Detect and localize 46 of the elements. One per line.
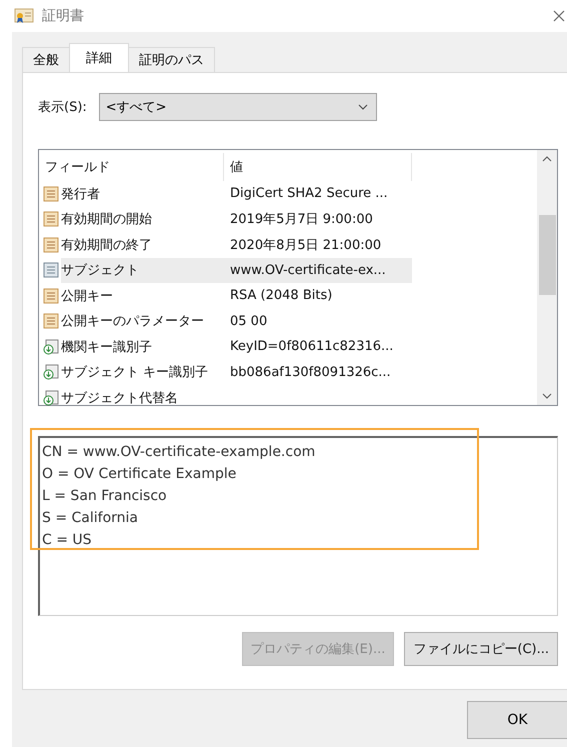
certificate-icon <box>14 8 34 24</box>
scroll-up-icon[interactable] <box>542 156 552 162</box>
document-icon <box>43 236 59 253</box>
field-name[interactable]: 有効期間の終了 <box>61 232 224 258</box>
field-value[interactable]: RSA (2048 Bits) <box>224 283 412 308</box>
field-value[interactable]: DigiCert SHA2 Secure ... <box>224 181 412 206</box>
detail-line: CN = www.OV-certificate-example.com <box>42 443 316 462</box>
document-icon <box>43 262 59 278</box>
show-label: 表示(S): <box>38 99 87 116</box>
download-document-icon <box>43 364 59 380</box>
tab[interactable]: 詳細 <box>69 43 129 72</box>
field-name[interactable]: 公開キー <box>61 283 224 308</box>
document-icon <box>43 211 59 228</box>
window-title: 証明書 <box>42 7 84 25</box>
detail-line: L = San Francisco <box>42 487 167 506</box>
download-document-icon <box>43 338 59 355</box>
detail-line: C = US <box>42 531 92 550</box>
field-name[interactable]: 公開キーのパラメーター <box>61 308 224 334</box>
tab[interactable]: 証明のパス <box>128 47 215 72</box>
field-value[interactable]: www.OV-certificate-ex... <box>224 258 412 283</box>
field-value[interactable]: 05 00 <box>224 308 412 334</box>
document-icon <box>43 288 59 304</box>
column-header[interactable]: フィールド <box>39 153 224 181</box>
ok-button[interactable]: OK <box>467 701 567 739</box>
tab[interactable]: 全般 <box>22 47 70 72</box>
field-name[interactable]: 発行者 <box>61 181 224 206</box>
field-value[interactable]: bb086af130f8091326c... <box>224 360 412 385</box>
field-name[interactable]: サブジェクト <box>61 258 224 283</box>
field-name[interactable]: 機関キー識別子 <box>61 334 224 360</box>
field-value[interactable]: KeyID=0f80611c82316... <box>224 334 412 360</box>
field-name[interactable]: サブジェクト キー識別子 <box>61 360 224 385</box>
close-icon[interactable] <box>553 10 565 22</box>
scroll-down-icon[interactable] <box>542 393 552 399</box>
show-dropdown[interactable]: <すべて> <box>98 93 377 121</box>
document-icon <box>43 186 59 202</box>
document-icon <box>43 313 59 330</box>
detail-line: S = California <box>42 509 138 528</box>
field-value[interactable]: 2019年5月7日 9:00:00 <box>224 206 412 232</box>
column-header[interactable]: 値 <box>224 153 412 181</box>
chevron-down-icon <box>358 104 368 110</box>
action-button[interactable]: ファイルにコピー(C)... <box>404 632 558 666</box>
scrollbar-thumb[interactable] <box>538 215 556 295</box>
field-value[interactable]: 2020年8月5日 21:00:00 <box>224 232 412 258</box>
detail-line: O = OV Certificate Example <box>42 465 236 484</box>
field-name[interactable]: 有効期間の開始 <box>61 206 224 232</box>
field-name[interactable]: サブジェクト代替名 <box>61 385 224 410</box>
